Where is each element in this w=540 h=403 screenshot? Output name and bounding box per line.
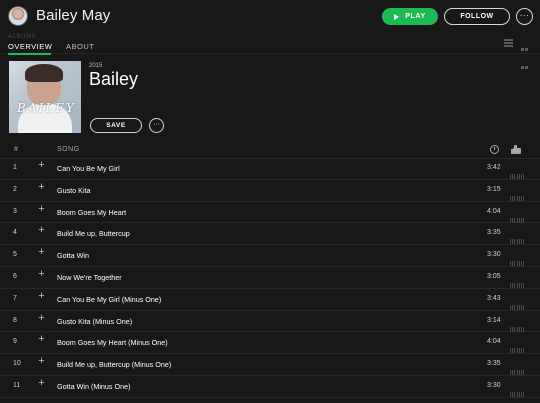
track-duration: 3:35 [487, 229, 501, 237]
column-number: # [14, 146, 18, 153]
table-row[interactable]: 8 + Gusto Kita (Minus One) 3:14 [0, 311, 540, 333]
popularity-bars [510, 188, 526, 201]
play-icon [394, 13, 400, 20]
table-row[interactable]: 7 + Can You Be My Girl (Minus One) 3:43 [0, 289, 540, 311]
track-title[interactable]: Gotta Win (Minus One) [57, 382, 131, 391]
popularity-bars [510, 340, 526, 354]
artist-tabs: ALBUMS OVERVIEW ABOUT [0, 34, 540, 69]
track-title[interactable]: Can You Be My Girl (Minus One) [57, 295, 161, 304]
active-tab-indicator [8, 53, 51, 55]
column-song: SONG [57, 146, 80, 153]
table-row[interactable]: 9 + Boom Goes My Heart (Minus One) 4:04 [0, 332, 540, 355]
table-row[interactable]: 2 + Gusto Kita 3:15 [0, 180, 540, 202]
track-title[interactable]: Gusto Kita [57, 186, 91, 195]
add-to-library-icon[interactable]: + [36, 356, 47, 367]
track-number: 6 [13, 272, 17, 280]
track-number: 7 [13, 294, 17, 302]
tab-about[interactable]: ABOUT [66, 42, 94, 51]
popularity-bars [510, 166, 526, 179]
add-to-library-icon[interactable]: + [36, 225, 47, 236]
artist-avatar[interactable] [8, 6, 28, 26]
track-duration: 3:15 [487, 185, 501, 193]
track-number: 3 [13, 207, 17, 215]
table-row[interactable]: 1 + Can You Be My Girl 3:42 [0, 158, 540, 180]
track-title[interactable]: Can You Be My Girl [57, 164, 120, 173]
album-title: Bailey [89, 69, 139, 89]
popularity-bars [510, 275, 526, 288]
track-duration: 3:30 [487, 381, 501, 389]
popularity-bars [510, 210, 526, 223]
follow-button[interactable]: FOLLOW [444, 8, 510, 25]
track-duration: 4:04 [487, 338, 501, 346]
add-to-library-icon[interactable]: + [36, 160, 47, 171]
track-duration: 3:43 [487, 294, 501, 302]
track-title[interactable]: Boom Goes My Heart [57, 208, 126, 217]
popularity-bars [510, 319, 526, 332]
grid-view-icon[interactable] [521, 39, 529, 69]
track-title[interactable]: Boom Goes My Heart (Minus One) [57, 338, 168, 347]
track-number: 9 [13, 338, 17, 346]
track-title[interactable]: Build Me up, Buttercup [57, 229, 130, 238]
add-to-library-icon[interactable]: + [36, 290, 47, 302]
table-row[interactable]: 3 + Boom Goes My Heart 4:04 [0, 202, 540, 224]
track-duration: 3:05 [487, 272, 501, 280]
track-number: 5 [13, 251, 17, 259]
popularity-bars [510, 384, 526, 397]
list-view-icon[interactable] [504, 39, 513, 47]
track-number: 1 [13, 164, 17, 171]
track-number: 2 [13, 185, 17, 193]
albums-section-label: ALBUMS [8, 34, 37, 40]
track-duration: 4:04 [487, 207, 501, 215]
track-title[interactable]: Gusto Kita (Minus One) [57, 317, 132, 326]
track-duration: 3:42 [487, 164, 501, 171]
save-button[interactable]: SAVE [90, 118, 142, 133]
add-to-library-icon[interactable]: + [36, 268, 47, 280]
track-duration: 3:14 [487, 316, 501, 324]
popularity-thumbs-up-icon [511, 145, 521, 154]
add-to-library-icon[interactable]: + [36, 334, 47, 345]
popularity-bars [510, 253, 526, 267]
track-title[interactable]: Now We're Together [57, 273, 122, 282]
table-row[interactable]: 5 + Gotta Win 3:30 [0, 245, 540, 267]
tab-overview[interactable]: OVERVIEW [8, 42, 52, 51]
album-cover[interactable]: BAILEY [9, 61, 81, 133]
track-duration: 3:35 [487, 360, 501, 368]
track-rows: 1 + Can You Be My Girl 3:42 2 + Gusto Kita 3:15… [0, 158, 540, 398]
popularity-bars [510, 231, 526, 245]
play-button-label: PLAY [405, 13, 426, 20]
table-row[interactable]: 11 + Gotta Win (Minus One) 3:30 [0, 376, 540, 398]
follow-button-label: FOLLOW [460, 13, 494, 20]
more-options-button[interactable]: ··· [516, 8, 533, 25]
table-row[interactable]: 4 + Build Me up, Buttercup 3:35 [0, 223, 540, 246]
track-number: 4 [13, 229, 17, 237]
artist-header: Bailey May PLAY FOLLOW ··· [0, 0, 540, 34]
track-number: 8 [13, 316, 17, 324]
add-to-library-icon[interactable]: + [36, 181, 47, 193]
more-icon: ··· [519, 11, 530, 20]
add-to-library-icon[interactable]: + [36, 247, 47, 258]
track-duration: 3:30 [487, 251, 501, 259]
artist-name: Bailey May [36, 7, 111, 24]
table-row[interactable]: 6 + Now We're Together 3:05 [0, 267, 540, 289]
artist-page: Bailey May PLAY FOLLOW ··· ALBUMS OVERVI… [0, 0, 540, 403]
track-title[interactable]: Gotta Win [57, 251, 89, 260]
track-table-header: # SONG [0, 142, 540, 159]
track-title[interactable]: Build Me up, Buttercup (Minus One) [57, 360, 171, 369]
add-to-library-icon[interactable]: + [36, 203, 47, 215]
cover-hair [25, 64, 63, 82]
table-row[interactable]: 10 + Build Me up, Buttercup (Minus One) 3:3… [0, 354, 540, 376]
cover-title: BAILEY [17, 101, 76, 115]
add-to-library-icon[interactable]: + [36, 312, 47, 324]
track-number: 11 [13, 381, 21, 389]
popularity-bars [510, 362, 526, 376]
track-number: 10 [13, 360, 21, 368]
popularity-bars [510, 297, 526, 310]
add-to-library-icon[interactable]: + [36, 377, 47, 389]
album-more-button[interactable]: ··· [149, 118, 164, 133]
duration-clock-icon [490, 145, 499, 154]
play-button[interactable]: PLAY [382, 8, 438, 25]
